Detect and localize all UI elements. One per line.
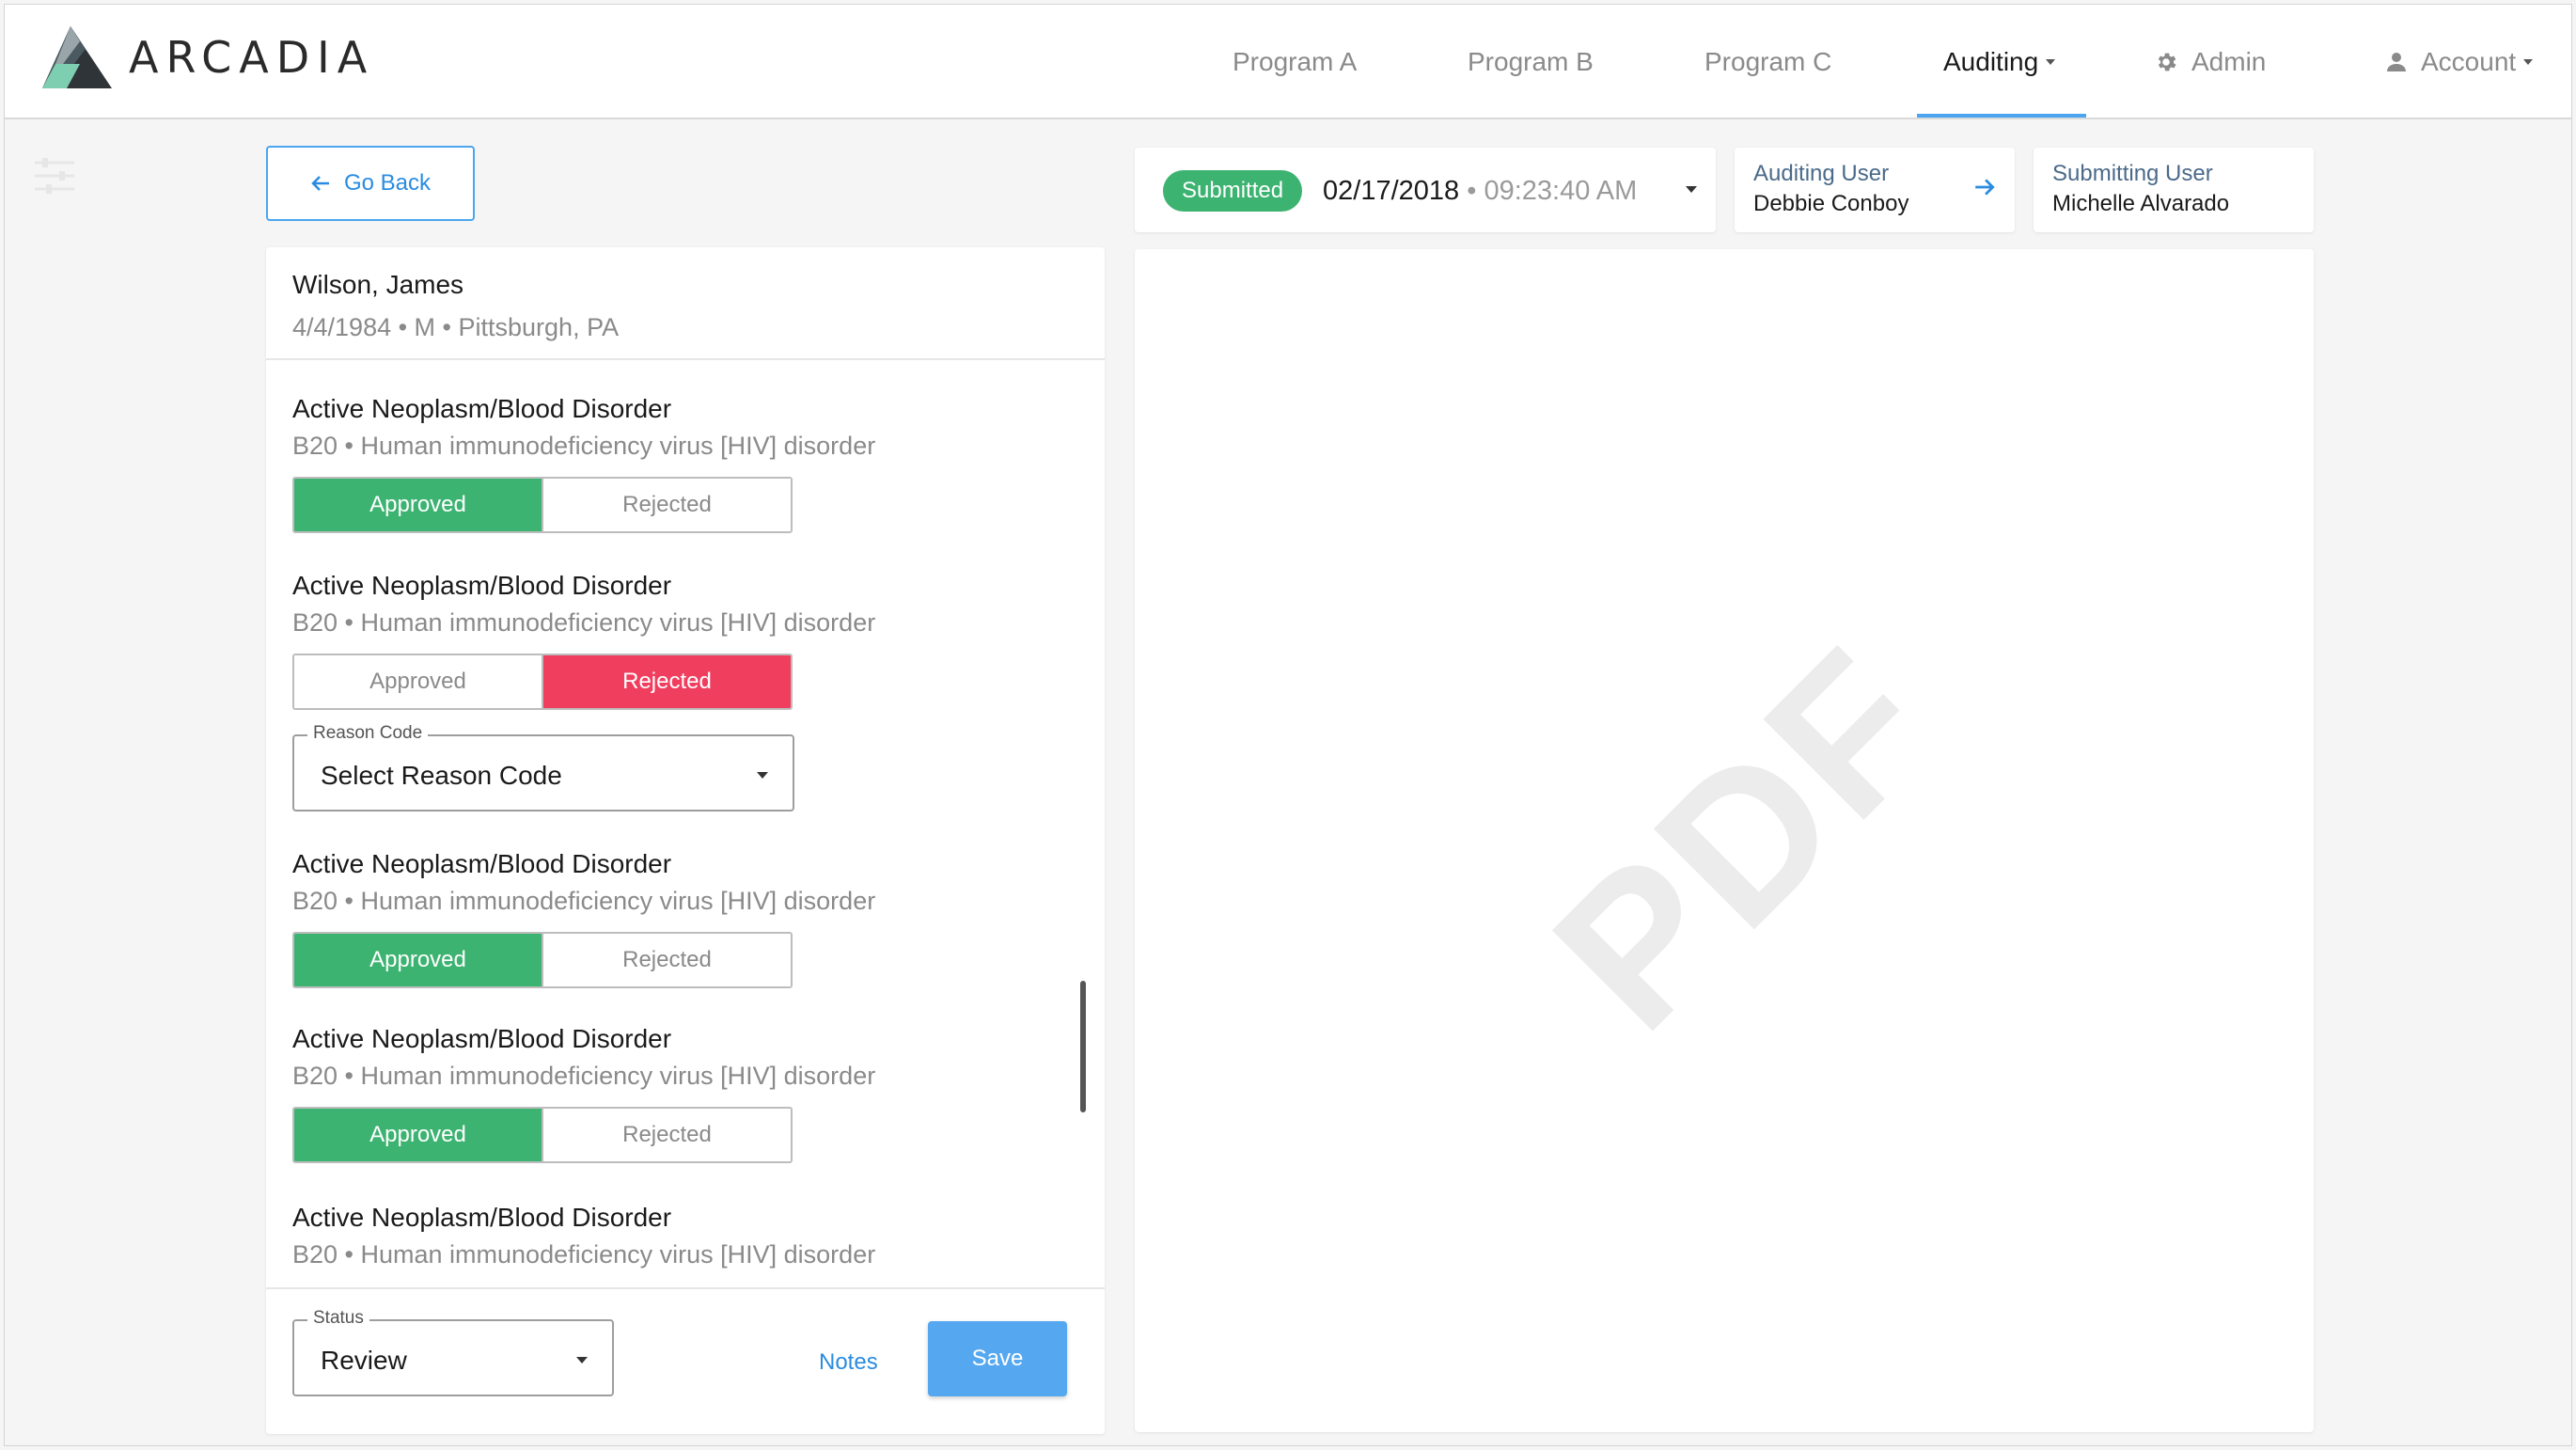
patient-header: Wilson, James 4/4/1984 • M • Pittsburgh,… <box>266 247 1105 360</box>
go-back-button[interactable]: Go Back <box>266 146 475 221</box>
approved-button[interactable]: Approved <box>294 1109 542 1161</box>
gear-icon <box>2154 50 2178 74</box>
audit-item: Active Neoplasm/Blood Disorder B20 • Hum… <box>292 571 875 638</box>
approved-button[interactable]: Approved <box>294 655 542 708</box>
audit-items-panel: Wilson, James 4/4/1984 • M • Pittsburgh,… <box>266 247 1105 1434</box>
panel-footer: Status Review Notes Save <box>266 1287 1105 1434</box>
nav-account-label: Account <box>2421 47 2517 76</box>
approval-toggle: Approved Rejected <box>292 477 793 533</box>
chevron-down-icon <box>757 772 768 779</box>
item-title: Active Neoplasm/Blood Disorder <box>292 849 672 878</box>
item-diagnosis: B20 • Human immunodeficiency virus [HIV]… <box>292 608 876 637</box>
nav-account[interactable]: Account <box>2385 5 2534 119</box>
rejected-button[interactable]: Rejected <box>542 934 791 986</box>
chevron-down-icon <box>576 1357 588 1363</box>
datetime-separator: • <box>1459 176 1484 206</box>
nav-admin-label: Admin <box>2191 47 2267 76</box>
patient-name: Wilson, James <box>292 270 464 299</box>
item-title: Active Neoplasm/Blood Disorder <box>292 1024 672 1053</box>
top-nav: ARCADIA Program A Program B Program C Au… <box>5 5 2571 119</box>
status-label: Status <box>307 1308 369 1329</box>
submission-date: 02/17/2018 <box>1323 176 1460 206</box>
nav-admin[interactable]: Admin <box>2154 5 2266 119</box>
item-title: Active Neoplasm/Blood Disorder <box>292 394 672 423</box>
rejected-button[interactable]: Rejected <box>542 1109 791 1161</box>
auditing-user-card[interactable]: Auditing User Debbie Conboy <box>1735 148 2015 232</box>
filter-sliders-icon[interactable] <box>33 157 76 195</box>
submitting-user-name: Michelle Alvarado <box>2052 191 2230 216</box>
save-button[interactable]: Save <box>928 1321 1067 1396</box>
submitting-user-label: Submitting User <box>2052 161 2213 186</box>
item-title: Active Neoplasm/Blood Disorder <box>292 571 672 600</box>
submission-time: 09:23:40 AM <box>1484 176 1638 206</box>
item-diagnosis: B20 • Human immunodeficiency virus [HIV]… <box>292 1240 876 1269</box>
item-diagnosis: B20 • Human immunodeficiency virus [HIV]… <box>292 887 876 915</box>
reason-code-value: Select Reason Code <box>321 761 562 790</box>
approved-button[interactable]: Approved <box>294 934 542 986</box>
item-title: Active Neoplasm/Blood Disorder <box>292 1203 672 1232</box>
approved-button[interactable]: Approved <box>294 479 542 531</box>
arrow-right-icon[interactable] <box>1973 176 1996 203</box>
audit-item: Active Neoplasm/Blood Disorder B20 • Hum… <box>292 1024 875 1091</box>
nav-program-a-label: Program A <box>1233 47 1358 76</box>
auditing-user-name: Debbie Conboy <box>1753 191 1909 216</box>
status-value: Review <box>321 1346 407 1375</box>
nav-auditing[interactable]: Auditing <box>1943 5 2056 119</box>
nav-program-a[interactable]: Program A <box>1233 5 1357 119</box>
audit-item: Active Neoplasm/Blood Disorder B20 • Hum… <box>292 1203 875 1269</box>
nav-program-c-label: Program C <box>1704 47 1832 76</box>
arrow-left-icon <box>311 176 329 191</box>
audit-item: Active Neoplasm/Blood Disorder B20 • Hum… <box>292 394 875 461</box>
chevron-down-icon[interactable] <box>1686 186 1697 193</box>
rejected-button[interactable]: Rejected <box>542 655 791 708</box>
nav-program-b-label: Program B <box>1468 47 1594 76</box>
nav-program-c[interactable]: Program C <box>1704 5 1831 119</box>
rejected-button[interactable]: Rejected <box>542 479 791 531</box>
scrollbar-thumb[interactable] <box>1080 981 1086 1112</box>
submitting-user-card: Submitting User Michelle Alvarado <box>2034 148 2314 232</box>
pdf-viewer[interactable]: PDF <box>1135 249 2314 1432</box>
brand-name: ARCADIA <box>129 32 375 83</box>
approval-toggle: Approved Rejected <box>292 932 793 988</box>
reason-code-select[interactable]: Reason Code Select Reason Code <box>292 723 794 812</box>
chevron-down-icon <box>2523 59 2534 65</box>
nav-active-indicator <box>1917 114 2086 118</box>
notes-link[interactable]: Notes <box>819 1349 878 1376</box>
status-select[interactable]: Status Review <box>292 1308 614 1396</box>
submission-datetime: 02/17/2018 • 09:23:40 AM <box>1323 176 1637 207</box>
nav-auditing-label: Auditing <box>1943 47 2039 76</box>
go-back-label: Go Back <box>343 170 432 196</box>
auditing-user-label: Auditing User <box>1753 161 1890 186</box>
brand-logo[interactable]: ARCADIA <box>42 24 374 91</box>
audit-item: Active Neoplasm/Blood Disorder B20 • Hum… <box>292 849 875 916</box>
status-badge: Submitted <box>1163 170 1303 212</box>
reason-code-label: Reason Code <box>307 723 429 744</box>
approval-toggle: Approved Rejected <box>292 1107 793 1163</box>
person-icon <box>2385 51 2408 73</box>
app-window: ARCADIA Program A Program B Program C Au… <box>4 4 2572 1446</box>
item-diagnosis: B20 • Human immunodeficiency virus [HIV]… <box>292 432 876 460</box>
item-diagnosis: B20 • Human immunodeficiency virus [HIV]… <box>292 1062 876 1090</box>
submission-status-card[interactable]: Submitted 02/17/2018 • 09:23:40 AM <box>1135 148 1716 232</box>
chevron-down-icon <box>2046 59 2056 65</box>
arcadia-logo-icon <box>42 26 112 88</box>
approval-toggle: Approved Rejected <box>292 654 793 710</box>
pdf-watermark: PDF <box>1510 604 1979 1073</box>
patient-meta: 4/4/1984 • M • Pittsburgh, PA <box>292 313 620 341</box>
nav-program-b[interactable]: Program B <box>1468 5 1594 119</box>
